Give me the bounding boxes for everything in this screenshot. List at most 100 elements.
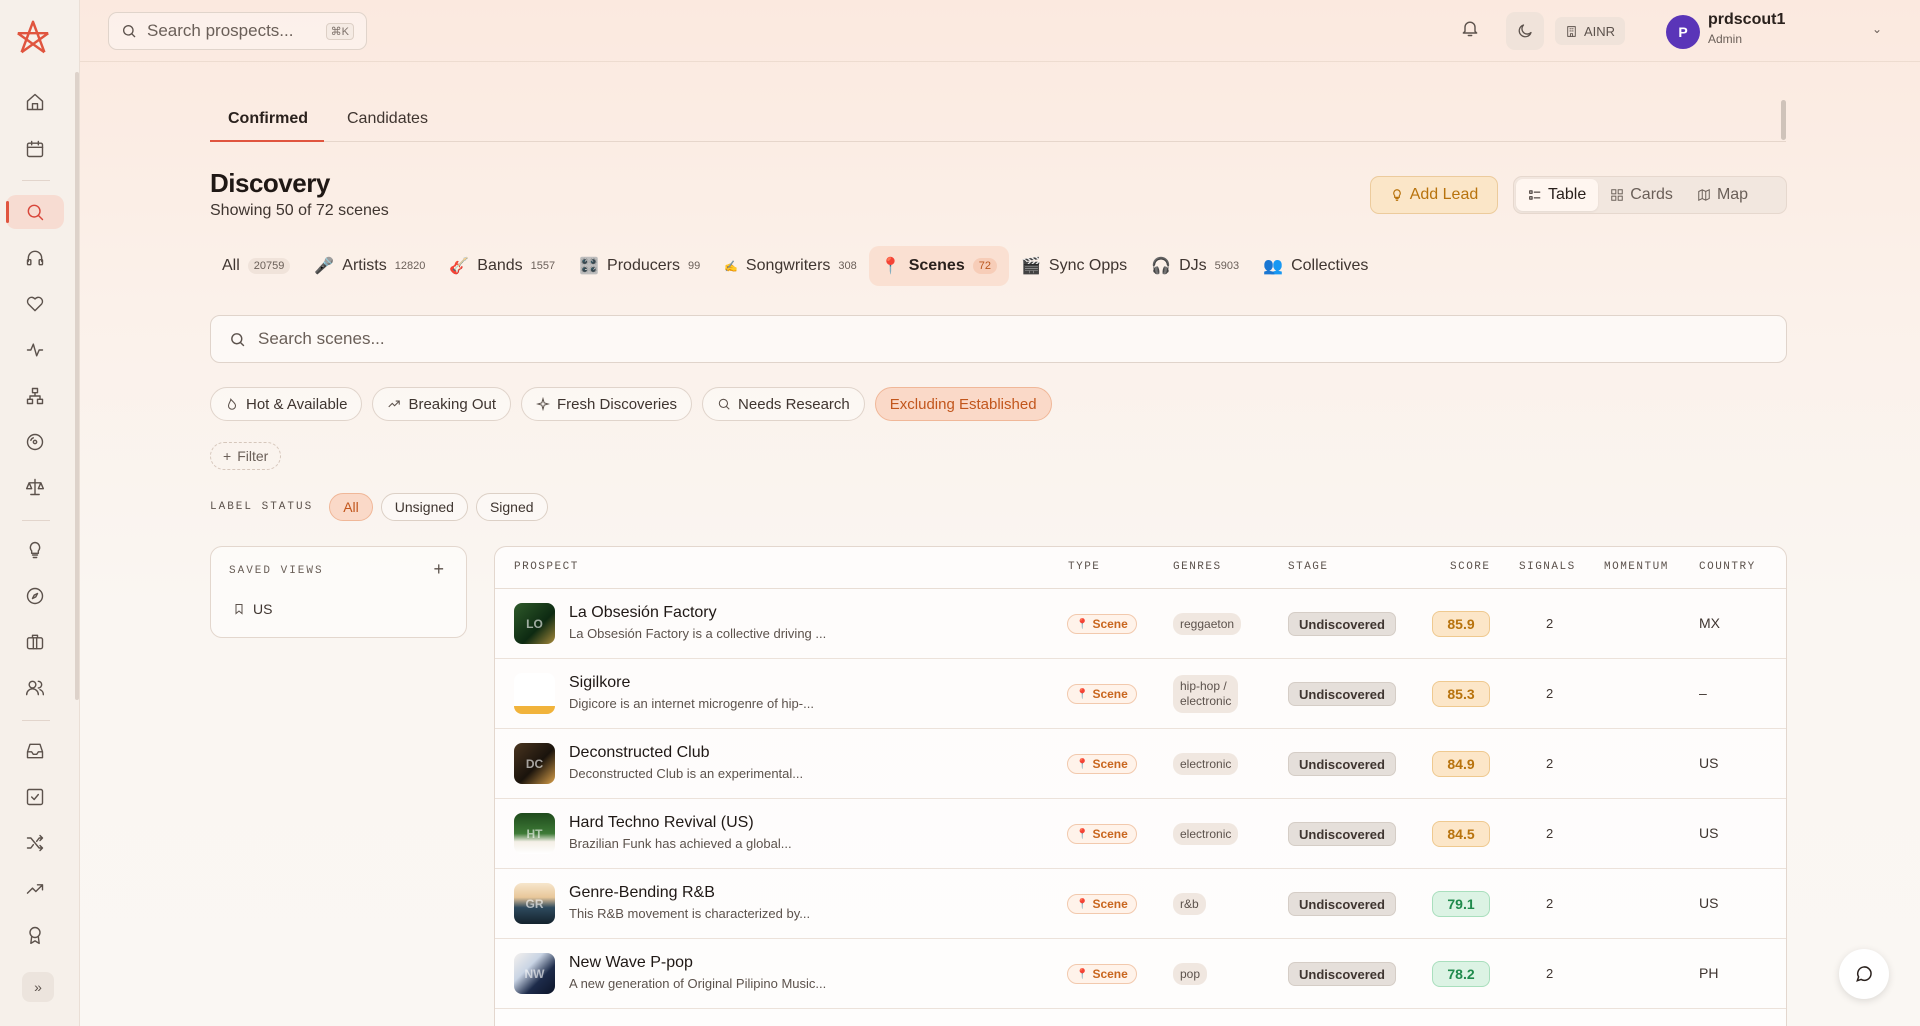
prospect-name[interactable]: La Obsesión Factory bbox=[569, 604, 717, 622]
category-collectives[interactable]: 👥 Collectives bbox=[1251, 246, 1380, 286]
category-artists[interactable]: 🎤 Artists 12820 bbox=[302, 246, 437, 286]
content-scrollbar[interactable] bbox=[1781, 100, 1786, 140]
table-row[interactable]: Sigilkore Digicore is an internet microg… bbox=[495, 659, 1786, 729]
category-djs[interactable]: 🎧 DJs 5903 bbox=[1139, 246, 1251, 286]
category-all[interactable]: All 20759 bbox=[210, 246, 302, 286]
needs-research-filter[interactable]: Needs Research bbox=[702, 387, 865, 421]
table-row[interactable]: DC Deconstructed Club Deconstructed Club… bbox=[495, 729, 1786, 799]
heart-icon[interactable] bbox=[18, 287, 52, 321]
prospect-description: This R&B movement is characterized by... bbox=[569, 906, 811, 921]
prospect-thumbnail: LO bbox=[514, 603, 555, 644]
user-name[interactable]: prdscout1 bbox=[1708, 11, 1785, 29]
calendar-icon[interactable] bbox=[18, 132, 52, 166]
checkbox-icon[interactable] bbox=[18, 780, 52, 814]
add-lead-button[interactable]: Add Lead bbox=[1370, 176, 1498, 214]
saved-view-item[interactable]: US bbox=[233, 601, 272, 617]
sidebar-scrollbar[interactable] bbox=[75, 72, 79, 700]
fresh-discoveries-filter[interactable]: Fresh Discoveries bbox=[521, 387, 693, 421]
scale-icon[interactable] bbox=[18, 470, 52, 504]
prospect-name[interactable]: Hard Techno Revival (US) bbox=[569, 814, 754, 832]
network-icon[interactable] bbox=[18, 379, 52, 413]
label-status-all[interactable]: All bbox=[329, 493, 373, 521]
category-bands[interactable]: 🎸 Bands 1557 bbox=[437, 246, 567, 286]
column-header-type[interactable]: TYPE bbox=[1068, 561, 1100, 573]
category-scenes[interactable]: 📍 Scenes 72 bbox=[868, 246, 1009, 286]
theme-toggle-button[interactable] bbox=[1506, 12, 1544, 50]
column-header-country[interactable]: COUNTRY bbox=[1699, 561, 1756, 573]
org-switcher[interactable]: AINR bbox=[1555, 17, 1626, 45]
lightbulb-icon[interactable] bbox=[18, 533, 52, 567]
category-label: Songwriters bbox=[745, 257, 831, 274]
column-header-prospect[interactable]: PROSPECT bbox=[514, 561, 579, 573]
prospect-name[interactable]: Genre-Bending R&B bbox=[569, 884, 715, 902]
column-header-momentum[interactable]: MOMENTUM bbox=[1604, 561, 1669, 573]
score-badge: 84.9 bbox=[1432, 751, 1490, 777]
compass-icon[interactable] bbox=[18, 579, 52, 613]
tab-confirmed[interactable]: Confirmed bbox=[228, 110, 308, 128]
category-count: 5903 bbox=[1214, 260, 1240, 272]
search-icon bbox=[231, 332, 245, 346]
app-logo[interactable] bbox=[14, 18, 52, 56]
signals-count: 2 bbox=[1546, 756, 1554, 771]
category-sync-opps[interactable]: 🎬 Sync Opps bbox=[1009, 246, 1139, 286]
saved-view-label: US bbox=[253, 601, 273, 617]
bell-icon[interactable] bbox=[1460, 18, 1484, 42]
users-icon[interactable] bbox=[18, 671, 52, 705]
disc-icon[interactable] bbox=[18, 425, 52, 459]
scene-search-input[interactable] bbox=[258, 329, 1768, 349]
table-view-button[interactable]: Table bbox=[1516, 179, 1599, 211]
search-icon[interactable] bbox=[6, 195, 64, 229]
prospect-description: Deconstructed Club is an experimental... bbox=[569, 766, 804, 781]
pin-icon: 📍 bbox=[1076, 758, 1089, 770]
prospect-name[interactable]: New Wave P-pop bbox=[569, 954, 693, 972]
headphones-icon[interactable] bbox=[18, 241, 52, 275]
category-songwriters[interactable]: ✍️ Songwriters 308 bbox=[712, 246, 869, 286]
map-view-button[interactable]: Map bbox=[1685, 179, 1760, 211]
mixer-icon: 🎛️ bbox=[579, 258, 600, 275]
add-filter-button[interactable]: + Filter bbox=[210, 442, 282, 470]
column-header-genres[interactable]: GENRES bbox=[1173, 561, 1222, 573]
topbar: Search prospects... ⌘K bbox=[80, 0, 1920, 62]
chevron-down-icon[interactable]: ⌄ bbox=[1872, 22, 1882, 36]
list-icon bbox=[1529, 190, 1541, 200]
hot-available-filter[interactable]: Hot & Available bbox=[210, 387, 363, 421]
cards-view-button[interactable]: Cards bbox=[1598, 179, 1685, 211]
genre-line: hip-hop / bbox=[1180, 679, 1227, 693]
shuffle-icon[interactable] bbox=[18, 826, 52, 860]
home-icon[interactable] bbox=[18, 85, 52, 119]
table-row[interactable]: NW New Wave P-pop A new generation of Or… bbox=[495, 939, 1786, 1009]
avatar[interactable]: P bbox=[1666, 15, 1700, 49]
column-header-stage[interactable]: STAGE bbox=[1288, 561, 1329, 573]
type-badge: 📍 Scene bbox=[1067, 754, 1137, 774]
label-status-unsigned[interactable]: Unsigned bbox=[380, 493, 468, 521]
prospect-description: A new generation of Original Pilipino Mu… bbox=[569, 976, 827, 991]
prospect-name[interactable]: Deconstructed Club bbox=[569, 744, 710, 762]
briefcase-icon[interactable] bbox=[18, 625, 52, 659]
tab-candidates[interactable]: Candidates bbox=[347, 110, 428, 128]
org-label: AINR bbox=[1584, 23, 1616, 39]
inbox-icon[interactable] bbox=[18, 734, 52, 768]
add-saved-view-button[interactable]: + bbox=[433, 559, 444, 580]
label-status-signed[interactable]: Signed bbox=[475, 493, 548, 521]
map-view-label: Map bbox=[1716, 186, 1749, 203]
prospect-name[interactable]: Sigilkore bbox=[569, 674, 630, 692]
type-label: Scene bbox=[1092, 827, 1128, 841]
column-header-score[interactable]: SCORE bbox=[1450, 561, 1491, 573]
global-search-input[interactable]: Search prospects... ⌘K bbox=[108, 12, 367, 50]
expand-sidebar-button[interactable]: » bbox=[22, 972, 54, 1002]
prospect-thumbnail: DC bbox=[514, 743, 555, 784]
award-icon[interactable] bbox=[18, 918, 52, 952]
excluding-established-filter[interactable]: Excluding Established bbox=[874, 387, 1052, 421]
category-producers[interactable]: 🎛️ Producers 99 bbox=[567, 246, 712, 286]
activity-icon[interactable] bbox=[18, 333, 52, 367]
stage-badge: Undiscovered bbox=[1288, 752, 1396, 776]
cards-view-label: Cards bbox=[1630, 186, 1673, 203]
chat-button[interactable] bbox=[1839, 949, 1889, 999]
table-row[interactable]: GR Genre-Bending R&B This R&B movement i… bbox=[495, 869, 1786, 939]
trending-up-icon[interactable] bbox=[18, 872, 52, 906]
breaking-out-filter[interactable]: Breaking Out bbox=[372, 387, 512, 421]
table-row[interactable]: HT Hard Techno Revival (US) Brazilian Fu… bbox=[495, 799, 1786, 869]
table-row[interactable]: LO La Obsesión Factory La Obsesión Facto… bbox=[495, 589, 1786, 659]
column-header-signals[interactable]: SIGNALS bbox=[1519, 561, 1576, 573]
score-badge: 84.5 bbox=[1432, 821, 1490, 847]
